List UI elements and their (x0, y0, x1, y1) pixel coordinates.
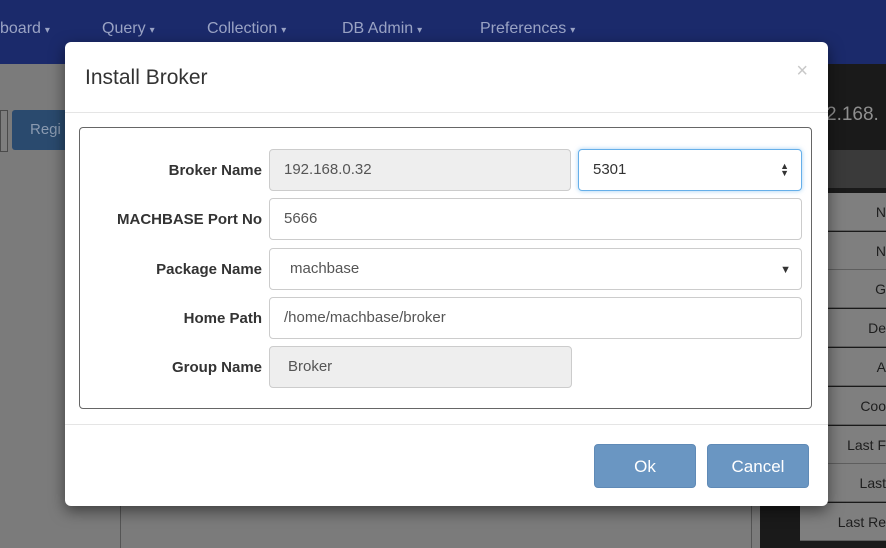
package-name-value: machbase (290, 260, 360, 277)
group-name-label: Group Name (171, 359, 262, 376)
chevron-down-icon: ▼ (780, 264, 791, 276)
nav-label: DB Admin (342, 20, 414, 37)
home-path-label: Home Path (183, 310, 262, 327)
background-register-button[interactable]: Regi (12, 110, 72, 150)
nav-item-db-admin[interactable]: DB Admin ▾ (342, 20, 422, 38)
caret-down-icon: ▾ (570, 25, 576, 36)
nav-label: Collection (207, 20, 278, 37)
background-button[interactable] (0, 110, 8, 152)
ok-button[interactable]: Ok (594, 444, 696, 488)
nav-item-collection[interactable]: Collection ▾ (207, 20, 286, 38)
nav-label: board (0, 20, 41, 37)
nav-label: Preferences (480, 20, 567, 37)
package-name-label: Package Name (156, 261, 262, 278)
modal-header: Install Broker × (65, 42, 828, 113)
home-path-field[interactable]: /home/machbase/broker (269, 297, 802, 339)
caret-down-icon: ▾ (44, 25, 50, 36)
broker-name-label: Broker Name (168, 162, 262, 179)
caret-down-icon: ▾ (417, 25, 423, 36)
package-name-select[interactable]: machbase ▼ (269, 248, 802, 290)
machbase-port-label: MACHBASE Port No (117, 211, 262, 228)
background-panel (120, 500, 752, 548)
nav-item-query[interactable]: Query ▾ (102, 20, 155, 38)
broker-port-stepper[interactable]: 5301 ▲ ▼ (578, 149, 802, 191)
broker-form: Broker Name 192.168.0.32 5301 ▲ ▼ MACHBAS… (79, 127, 812, 409)
broker-port-value: 5301 (593, 161, 627, 178)
cancel-button[interactable]: Cancel (707, 444, 809, 488)
caret-down-icon: ▾ (281, 25, 287, 36)
nav-label: Query (102, 20, 146, 37)
spinner-arrows-icon[interactable]: ▲ ▼ (780, 150, 789, 190)
close-icon[interactable]: × (796, 60, 808, 83)
group-name-field[interactable]: Broker (269, 346, 572, 388)
caret-down-icon: ▾ (149, 25, 155, 36)
nav-item-preferences[interactable]: Preferences ▾ (480, 20, 575, 38)
broker-name-field[interactable]: 192.168.0.32 (269, 149, 571, 191)
modal-title: Install Broker (85, 66, 208, 89)
nav-item-dashboard[interactable]: board ▾ (0, 20, 50, 38)
modal-footer-divider (65, 424, 828, 425)
install-broker-dialog: Install Broker × Broker Name 192.168.0.3… (65, 42, 828, 506)
machbase-port-field[interactable]: 5666 (269, 198, 802, 240)
background-right-title: 2.168. (826, 104, 879, 125)
background-table-cell: Last Re (800, 503, 886, 541)
